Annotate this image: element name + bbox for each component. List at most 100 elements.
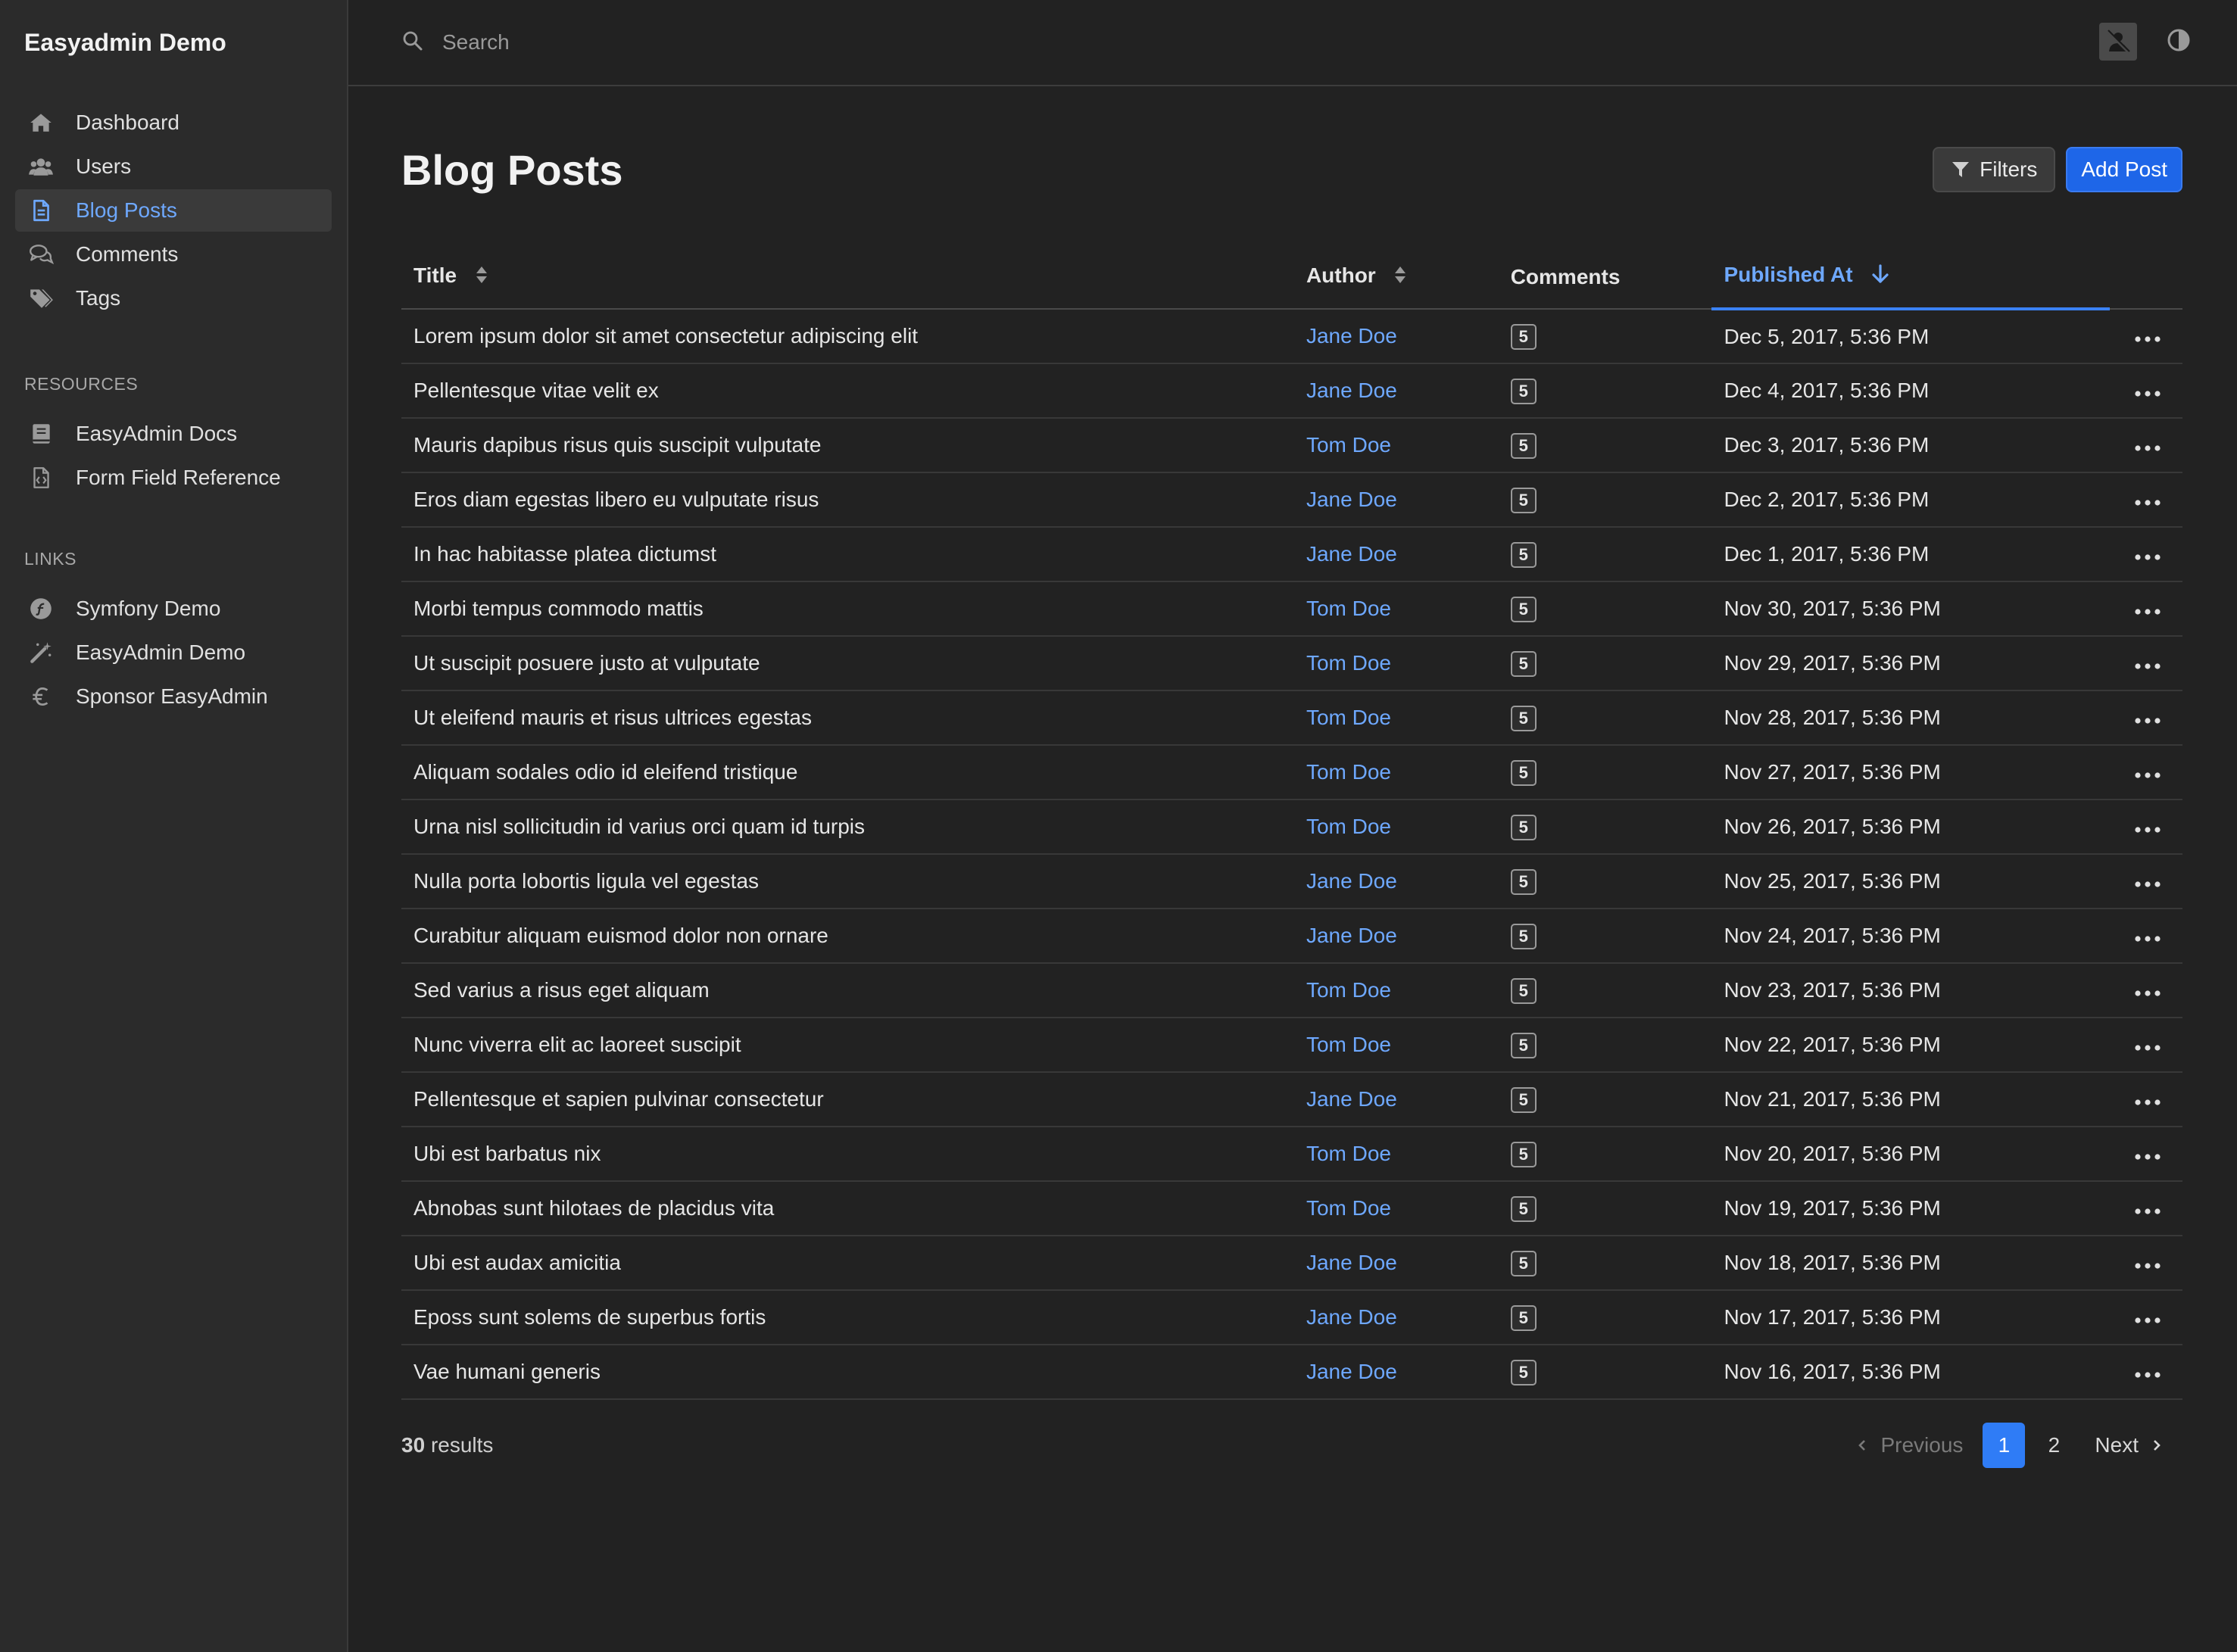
author-link[interactable]: Tom Doe: [1293, 1181, 1499, 1236]
more-actions-icon[interactable]: [2134, 924, 2161, 947]
topbar-actions: [2099, 23, 2192, 61]
post-title-cell[interactable]: Lorem ipsum dolor sit amet consectetur a…: [401, 309, 1294, 364]
post-title-cell[interactable]: Urna nisl sollicitudin id varius orci qu…: [401, 800, 1294, 855]
comments-badge: 5: [1510, 1359, 1537, 1385]
next-page-button[interactable]: Next: [2095, 1433, 2163, 1457]
author-link[interactable]: Jane Doe: [1293, 309, 1499, 364]
sidebar-item-easyadmin-demo[interactable]: EasyAdmin Demo: [15, 631, 332, 674]
post-title-cell[interactable]: Nulla porta lobortis ligula vel egestas: [401, 854, 1294, 909]
author-link[interactable]: Jane Doe: [1293, 1345, 1499, 1400]
comments-cell: 5: [1498, 636, 1712, 691]
post-title-cell[interactable]: Sed varius a risus eget aliquam: [401, 963, 1294, 1018]
more-actions-icon[interactable]: [2134, 706, 2161, 729]
user-avatar[interactable]: [2099, 23, 2137, 61]
more-actions-icon[interactable]: [2134, 760, 2161, 784]
author-link[interactable]: Tom Doe: [1293, 800, 1499, 855]
sidebar-item-form-field-reference[interactable]: Form Field Reference: [15, 457, 332, 499]
post-title-cell[interactable]: Eros diam egestas libero eu vulputate ri…: [401, 472, 1294, 528]
more-actions-icon[interactable]: [2134, 1033, 2161, 1056]
more-actions-icon[interactable]: [2134, 1305, 2161, 1329]
euro-icon: [26, 681, 56, 712]
author-link[interactable]: Jane Doe: [1293, 1072, 1499, 1127]
filters-button[interactable]: Filters: [1933, 147, 2056, 192]
brand-title[interactable]: Easyadmin Demo: [15, 0, 332, 101]
more-actions-icon[interactable]: [2134, 1251, 2161, 1274]
more-actions-icon[interactable]: [2134, 1360, 2161, 1383]
add-post-button[interactable]: Add Post: [2066, 147, 2182, 192]
search-bar: [401, 30, 897, 56]
author-link[interactable]: Tom Doe: [1293, 1127, 1499, 1182]
comments-badge: 5: [1510, 1195, 1537, 1222]
more-actions-icon[interactable]: [2134, 597, 2161, 620]
author-link[interactable]: Jane Doe: [1293, 854, 1499, 909]
post-title-cell[interactable]: Nunc viverra elit ac laoreet suscipit: [401, 1018, 1294, 1073]
more-actions-icon[interactable]: [2134, 488, 2161, 511]
table-row: Sed varius a risus eget aliquam Tom Doe 5 N…: [401, 963, 2182, 1018]
sidebar-item-easyadmin-docs[interactable]: EasyAdmin Docs: [15, 413, 332, 455]
post-title-cell[interactable]: In hac habitasse platea dictumst: [401, 527, 1294, 582]
author-link[interactable]: Tom Doe: [1293, 418, 1499, 473]
author-link[interactable]: Jane Doe: [1293, 527, 1499, 582]
page-button-1[interactable]: 1: [1983, 1423, 2026, 1468]
row-actions-cell: [2110, 1018, 2182, 1073]
author-link[interactable]: Jane Doe: [1293, 1236, 1499, 1291]
post-title-cell[interactable]: Eposs sunt solems de superbus fortis: [401, 1290, 1294, 1345]
author-link[interactable]: Jane Doe: [1293, 909, 1499, 964]
author-link[interactable]: Tom Doe: [1293, 963, 1499, 1018]
theme-toggle[interactable]: [2166, 27, 2192, 57]
sidebar-item-users[interactable]: Users: [15, 145, 332, 188]
sidebar-item-symfony-demo[interactable]: Symfony Demo: [15, 588, 332, 630]
post-title-cell[interactable]: Curabitur aliquam euismod dolor non orna…: [401, 909, 1294, 964]
author-link[interactable]: Tom Doe: [1293, 690, 1499, 746]
column-header-author[interactable]: Author: [1293, 245, 1499, 310]
author-link[interactable]: Jane Doe: [1293, 1290, 1499, 1345]
more-actions-icon[interactable]: [2134, 651, 2161, 675]
column-header-title[interactable]: Title: [401, 245, 1294, 310]
more-actions-icon[interactable]: [2134, 1142, 2161, 1165]
sidebar-item-tags[interactable]: Tags: [15, 277, 332, 319]
more-actions-icon[interactable]: [2134, 542, 2161, 566]
sidebar-item-comments[interactable]: Comments: [15, 233, 332, 276]
post-title-cell[interactable]: Morbi tempus commodo mattis: [401, 581, 1294, 637]
post-title-cell[interactable]: Pellentesque et sapien pulvinar consecte…: [401, 1072, 1294, 1127]
chevron-right-icon: [2154, 1440, 2161, 1451]
row-actions-cell: [2110, 909, 2182, 964]
sidebar-item-dashboard[interactable]: Dashboard: [15, 101, 332, 144]
row-actions-cell: [2110, 309, 2182, 364]
previous-page-button[interactable]: Previous: [1856, 1433, 1963, 1457]
more-actions-icon[interactable]: [2134, 433, 2161, 457]
comments-badge: 5: [1510, 596, 1537, 622]
more-actions-icon[interactable]: [2134, 978, 2161, 1002]
row-actions-cell: [2110, 363, 2182, 419]
post-title-cell[interactable]: Vae humani generis: [401, 1345, 1294, 1400]
post-title-cell[interactable]: Pellentesque vitae velit ex: [401, 363, 1294, 419]
author-link[interactable]: Tom Doe: [1293, 636, 1499, 691]
more-actions-icon[interactable]: [2134, 1087, 2161, 1111]
more-actions-icon[interactable]: [2134, 869, 2161, 893]
post-title-cell[interactable]: Ubi est barbatus nix: [401, 1127, 1294, 1182]
post-title-cell[interactable]: Ut eleifend mauris et risus ultrices ege…: [401, 690, 1294, 746]
page-title: Blog Posts: [401, 145, 623, 194]
author-link[interactable]: Jane Doe: [1293, 363, 1499, 419]
more-actions-icon[interactable]: [2134, 815, 2161, 838]
post-title-cell[interactable]: Ubi est audax amicitia: [401, 1236, 1294, 1291]
sidebar-item-blog-posts[interactable]: Blog Posts: [15, 189, 332, 232]
more-actions-icon[interactable]: [2134, 1196, 2161, 1220]
row-actions-cell: [2110, 690, 2182, 746]
post-title-cell[interactable]: Aliquam sodales odio id eleifend tristiq…: [401, 745, 1294, 800]
more-actions-icon[interactable]: [2134, 324, 2161, 348]
column-header-published-at[interactable]: Published At: [1711, 245, 2110, 310]
more-actions-icon[interactable]: [2134, 379, 2161, 402]
post-title-cell[interactable]: Ut suscipit posuere justo at vulputate: [401, 636, 1294, 691]
post-title-cell[interactable]: Abnobas sunt hilotaes de placidus vita: [401, 1181, 1294, 1236]
post-title-cell[interactable]: Mauris dapibus risus quis suscipit vulpu…: [401, 418, 1294, 473]
search-input[interactable]: [442, 30, 897, 55]
author-link[interactable]: Tom Doe: [1293, 745, 1499, 800]
page-button-2[interactable]: 2: [2033, 1423, 2075, 1468]
author-link[interactable]: Tom Doe: [1293, 1018, 1499, 1073]
author-link[interactable]: Tom Doe: [1293, 581, 1499, 637]
section-label-resources: RESOURCES: [24, 374, 139, 394]
comments-badge: 5: [1510, 323, 1537, 350]
sidebar-item-sponsor-easyadmin[interactable]: Sponsor EasyAdmin: [15, 675, 332, 718]
author-link[interactable]: Jane Doe: [1293, 472, 1499, 528]
